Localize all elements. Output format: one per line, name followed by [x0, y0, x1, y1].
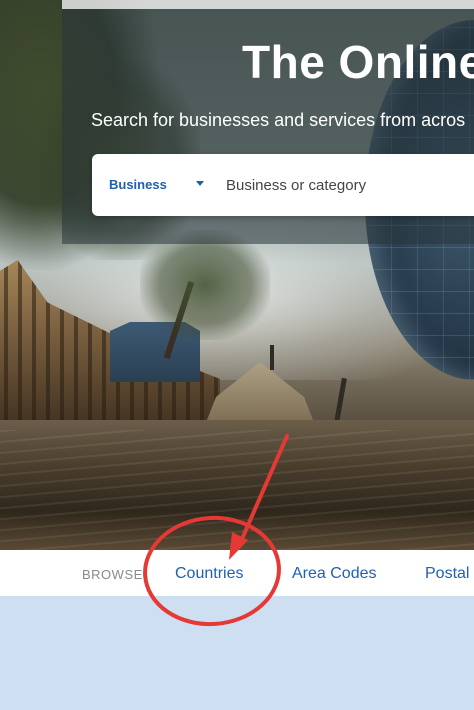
hero-tree: [140, 230, 270, 340]
search-input[interactable]: [226, 171, 474, 199]
browse-link-area-codes[interactable]: Area Codes: [292, 563, 377, 585]
hero-spire: [270, 345, 274, 370]
hero-ground-texture: [0, 430, 474, 550]
search-box: Business: [92, 154, 474, 216]
browse-bar: BROWSE Countries Area Codes Postal: [0, 550, 474, 596]
content-area: [0, 596, 474, 710]
page: The Online Search for businesses and ser…: [0, 0, 474, 710]
browse-link-countries[interactable]: Countries: [175, 563, 243, 585]
browse-link-postal[interactable]: Postal: [425, 563, 469, 585]
browse-label: BROWSE: [82, 567, 143, 582]
hero-pole: [334, 377, 347, 424]
hero-subtitle: Search for businesses and services from …: [91, 110, 466, 130]
hero-title: The Online: [242, 36, 474, 88]
hero-top-strip: [62, 0, 474, 9]
search-type-select[interactable]: Business: [109, 176, 167, 194]
chevron-down-icon[interactable]: [196, 181, 204, 186]
hero-section: The Online Search for businesses and ser…: [0, 0, 474, 550]
